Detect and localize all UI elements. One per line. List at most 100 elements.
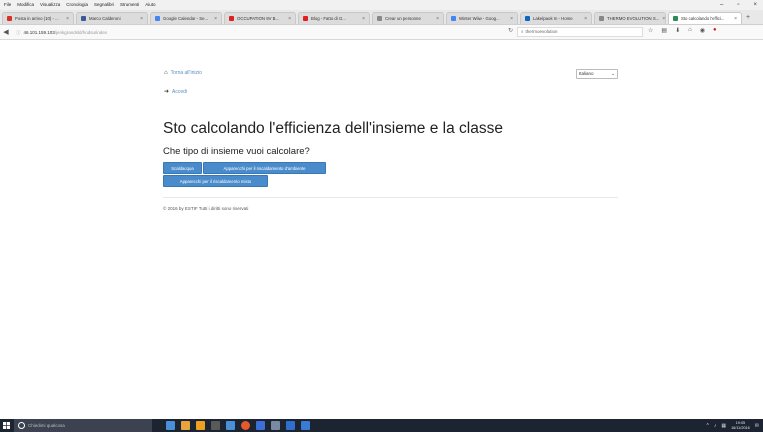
folder-icon[interactable] — [196, 421, 205, 430]
tab-label: Google Calendar - Se... — [163, 16, 209, 21]
tray-chevron-icon[interactable]: ^ — [706, 423, 708, 429]
home-link-label: Torna all'inizio — [170, 70, 202, 76]
reload-icon[interactable]: ↻ — [508, 27, 513, 34]
firefox-icon[interactable] — [241, 421, 250, 430]
home-icon[interactable]: ⌂ — [688, 27, 692, 34]
adblock-icon[interactable]: ● — [713, 27, 717, 34]
menu-visualizza[interactable]: Visualizza — [40, 0, 60, 10]
url-host: 46.101.159.103 — [23, 30, 55, 35]
download-icon[interactable]: ⬇ — [675, 27, 680, 34]
tab-personne[interactable]: Crear un personne × — [372, 12, 444, 24]
menu-modifica[interactable]: Modifica — [17, 0, 34, 10]
network-icon[interactable]: ▦ — [721, 423, 726, 429]
tab-label: OCCUPATION 9V B... — [237, 16, 280, 21]
maximize-button[interactable]: ▫ — [737, 0, 739, 10]
outlook-icon[interactable] — [256, 421, 265, 430]
login-link[interactable]: ➜ Accedi — [164, 88, 188, 96]
cortana-icon — [18, 422, 25, 429]
menu-cronologia[interactable]: Cronologia — [66, 0, 88, 10]
minimize-button[interactable]: – — [720, 0, 723, 10]
reading-list-icon[interactable]: ▤ — [661, 27, 667, 34]
cortana-search-box[interactable]: Chiedimi qualcosa — [14, 419, 152, 432]
menu-segnalibri[interactable]: Segnalibri — [94, 0, 114, 10]
divider — [163, 197, 618, 198]
riscaldamento-misto-button[interactable]: Apparecchi per il riscaldamento misto — [163, 175, 268, 187]
tab-calendar[interactable]: Google Calendar - Se... × — [150, 12, 222, 24]
close-tab-icon[interactable]: × — [362, 16, 365, 22]
tab-label: Sto calcolando l'effici... — [681, 16, 725, 21]
menu-strumenti[interactable]: Strumenti — [120, 0, 139, 10]
mail-icon[interactable] — [226, 421, 235, 430]
bookmark-star-icon[interactable]: ☆ — [648, 27, 653, 34]
question-heading: Che tipo di insieme vuoi calcolare? — [163, 146, 310, 157]
close-window-button[interactable]: × — [753, 0, 757, 10]
info-icon: ⓘ — [16, 30, 21, 35]
language-value: Italiano — [579, 71, 594, 76]
close-tab-icon[interactable]: × — [510, 16, 513, 22]
close-tab-icon[interactable]: × — [436, 16, 439, 22]
app-icon[interactable] — [301, 421, 310, 430]
clock[interactable]: 19:05 16/11/2016 — [731, 421, 750, 430]
windows-logo-icon — [2, 422, 10, 429]
tab-gmail[interactable]: Posta in arrivo (10) - ... × — [2, 12, 74, 24]
riscaldamento-ambiente-button[interactable]: Apparecchi per il riscaldamento d'ambien… — [203, 162, 326, 174]
file-explorer-icon[interactable] — [181, 421, 190, 430]
tab-linkedin[interactable]: Lakelpaok In - Home × — [520, 12, 592, 24]
favicon-icon — [673, 16, 678, 21]
close-tab-icon[interactable]: × — [662, 16, 665, 22]
close-tab-icon[interactable]: × — [584, 16, 587, 22]
tab-active-calcolo[interactable]: Sto calcolando l'effici... × — [668, 12, 742, 24]
close-tab-icon[interactable]: × — [140, 16, 143, 22]
tab-label: Blog - Fatto di G... — [311, 16, 346, 21]
tab-thermo[interactable]: THERMO EVOLUTION S... × — [594, 12, 666, 24]
favicon-icon — [229, 16, 234, 21]
favicon-icon — [525, 16, 530, 21]
tab-label: THERMO EVOLUTION S... — [607, 16, 660, 21]
close-tab-icon[interactable]: × — [288, 16, 291, 22]
scaldacqua-button[interactable]: Scaldacqua — [163, 162, 202, 174]
back-arrow-icon[interactable]: ◀ — [0, 28, 12, 36]
close-tab-icon[interactable]: × — [66, 16, 69, 22]
notifications-icon[interactable]: ✉ — [755, 423, 759, 429]
task-view-icon[interactable] — [166, 421, 175, 430]
close-tab-icon[interactable]: × — [734, 16, 737, 22]
volume-icon[interactable]: ♪ — [714, 423, 717, 429]
new-tab-icon[interactable]: + — [746, 12, 750, 24]
favicon-icon — [377, 16, 382, 21]
login-link-label: Accedi — [172, 88, 188, 95]
start-button[interactable] — [0, 419, 12, 432]
tab-label: Winter Wiiw - Goog... — [459, 16, 500, 21]
menu-file[interactable]: File — [4, 0, 11, 10]
tab-google[interactable]: Winter Wiiw - Goog... × — [446, 12, 518, 24]
menu-aiuto[interactable]: Aiuto — [145, 0, 155, 10]
page-title: Sto calcolando l'efficienza dell'insieme… — [163, 120, 503, 137]
address-bar[interactable]: ⓘ 46.101.159.103 /jenkgrandsld/hodsu/ind… — [16, 28, 520, 37]
url-path: /jenkgrandsld/hodsu/index — [54, 30, 108, 35]
language-select[interactable]: Italiano ⌄ — [576, 69, 618, 79]
tab-label: Crear un personne — [385, 16, 421, 21]
app-icon[interactable] — [271, 421, 280, 430]
favicon-icon — [81, 16, 86, 21]
navigation-bar: ◀ ⓘ 46.101.159.103 /jenkgrandsld/hodsu/i… — [0, 25, 763, 40]
home-link[interactable]: ⌂ Torna all'inizio — [164, 70, 202, 76]
home-icon: ⌂ — [164, 70, 168, 76]
close-tab-icon[interactable]: × — [214, 16, 217, 22]
pocket-icon[interactable]: ◉ — [700, 27, 705, 34]
tab-label: Posta in arrivo (10) - ... — [15, 16, 59, 21]
browser-menubar: File Modifica Visualizza Cronologia Segn… — [0, 0, 763, 10]
favicon-icon — [303, 16, 308, 21]
window-controls: – ▫ × — [720, 0, 757, 10]
search-text: thermoevolution — [525, 29, 558, 34]
system-tray: ^ ♪ ▦ 19:05 16/11/2016 ✉ — [706, 419, 759, 432]
favicon-icon — [451, 16, 456, 21]
search-icon: ⌕ — [521, 29, 524, 34]
search-input[interactable]: ⌕ thermoevolution — [517, 27, 643, 37]
word-icon[interactable] — [286, 421, 295, 430]
tab-blog[interactable]: Blog - Fatto di G... × — [298, 12, 370, 24]
store-icon[interactable] — [211, 421, 220, 430]
tab-label: Marco Calderoni — [89, 16, 121, 21]
tab-occupation[interactable]: OCCUPATION 9V B... × — [224, 12, 296, 24]
login-icon: ➜ — [164, 89, 170, 95]
tab-facebook[interactable]: Marco Calderoni × — [76, 12, 148, 24]
windows-taskbar: Chiedimi qualcosa ^ ♪ ▦ 19:05 16/11/2016… — [0, 419, 763, 432]
